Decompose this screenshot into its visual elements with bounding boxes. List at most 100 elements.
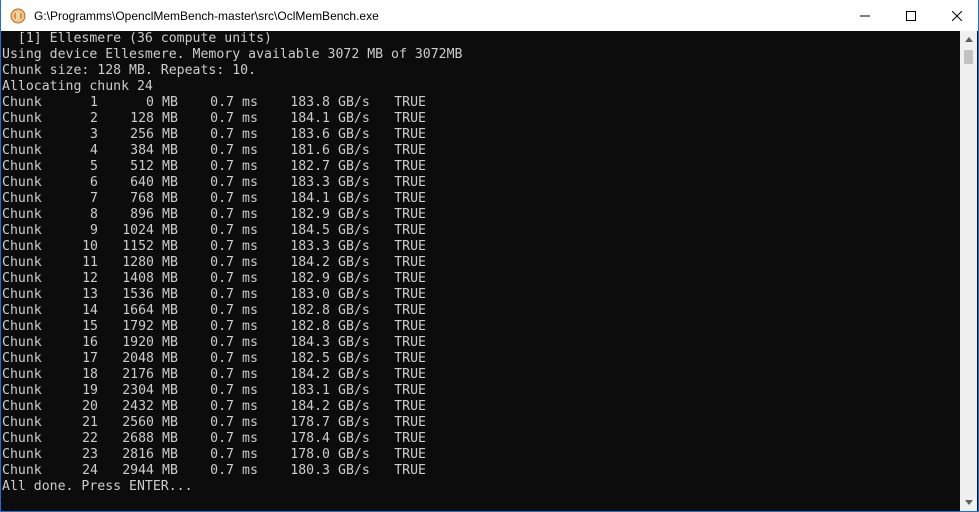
chunk-index: 6 [90,175,98,190]
chunk-bandwidth: 184.3 [290,335,330,350]
chunk-bandwidth: 184.2 [290,255,330,270]
chunk-status: TRUE [394,399,426,414]
chunk-bandwidth-unit: GB/s [338,239,370,254]
chunk-offset-unit: MB [162,367,178,382]
minimize-button[interactable] [842,0,888,31]
chunk-status: TRUE [394,175,426,190]
chunk-time-unit: ms [242,143,258,158]
title-bar[interactable]: G:\Programms\OpenclMemBench-master\src\O… [1,0,978,31]
chunk-index: 17 [82,351,98,366]
chunk-time-ms: 0.7 [210,143,234,158]
chunk-row: Chunk 22 2688 MB 0.7 ms 178.4 GB/s TRUE [2,431,962,447]
chunk-time-ms: 0.7 [210,399,234,414]
chunk-index: 22 [82,431,98,446]
chunk-time-ms: 0.7 [210,239,234,254]
chunk-row: Chunk 1 0 MB 0.7 ms 183.8 GB/s TRUE [2,95,962,111]
chunk-offset-mb: 1792 [122,319,154,334]
chunk-bandwidth-unit: GB/s [338,271,370,286]
chunk-time-ms: 0.7 [210,271,234,286]
chunk-offset-unit: MB [162,351,178,366]
chunk-time-unit: ms [242,127,258,142]
chunk-index: 14 [82,303,98,318]
chunk-row: Chunk 12 1408 MB 0.7 ms 182.9 GB/s TRUE [2,271,962,287]
chunk-label: Chunk [2,335,42,350]
chunk-offset-mb: 128 [130,111,154,126]
chunk-index: 18 [82,367,98,382]
chunk-time-ms: 0.7 [210,463,234,478]
maximize-button[interactable] [888,0,934,31]
chunk-offset-mb: 2304 [122,383,154,398]
chunk-row: Chunk 23 2816 MB 0.7 ms 178.0 GB/s TRUE [2,447,962,463]
chunk-label: Chunk [2,255,42,270]
chunk-bandwidth: 184.2 [290,399,330,414]
chunk-time-ms: 0.7 [210,191,234,206]
console-output[interactable]: [1] Ellesmere (36 compute units) Using d… [1,31,962,511]
console-footer-line: All done. Press ENTER... [2,479,193,494]
chunk-status: TRUE [394,287,426,302]
chunk-label: Chunk [2,127,42,142]
chunk-offset-mb: 1024 [122,223,154,238]
chunk-bandwidth: 184.2 [290,367,330,382]
chunk-time-ms: 0.7 [210,127,234,142]
chunk-time-ms: 0.7 [210,415,234,430]
chunk-row: Chunk 13 1536 MB 0.7 ms 183.0 GB/s TRUE [2,287,962,303]
chunk-row: Chunk 21 2560 MB 0.7 ms 178.7 GB/s TRUE [2,415,962,431]
chunk-time-unit: ms [242,207,258,222]
scroll-up-arrow-icon [964,37,973,42]
chunk-status: TRUE [394,303,426,318]
scroll-up-button[interactable] [960,31,977,48]
chunk-bandwidth-unit: GB/s [338,335,370,350]
chunk-bandwidth: 180.3 [290,463,330,478]
close-button[interactable] [934,0,978,31]
chunk-time-ms: 0.7 [210,255,234,270]
chunk-row: Chunk 20 2432 MB 0.7 ms 184.2 GB/s TRUE [2,399,962,415]
chunk-index: 20 [82,399,98,414]
chunk-time-unit: ms [242,399,258,414]
chunk-label: Chunk [2,415,42,430]
chunk-offset-mb: 1664 [122,303,154,318]
chunk-offset-mb: 2048 [122,351,154,366]
chunk-offset-unit: MB [162,207,178,222]
chunk-offset-mb: 2432 [122,399,154,414]
chunk-index: 15 [82,319,98,334]
chunk-status: TRUE [394,111,426,126]
chunk-row: Chunk 4 384 MB 0.7 ms 181.6 GB/s TRUE [2,143,962,159]
chunk-offset-unit: MB [162,159,178,174]
console-header-line: Chunk size: 128 MB. Repeats: 10. [2,63,257,78]
chunk-status: TRUE [394,159,426,174]
chunk-bandwidth-unit: GB/s [338,399,370,414]
chunk-offset-unit: MB [162,175,178,190]
scrollbar-thumb[interactable] [964,50,973,64]
chunk-label: Chunk [2,447,42,462]
chunk-time-unit: ms [242,367,258,382]
chunk-status: TRUE [394,415,426,430]
window-controls [842,0,978,31]
scroll-down-button[interactable] [960,494,977,511]
vertical-scrollbar[interactable] [960,31,977,511]
chunk-index: 23 [82,447,98,462]
chunk-time-unit: ms [242,287,258,302]
chunk-offset-unit: MB [162,191,178,206]
chunk-index: 2 [90,111,98,126]
chunk-label: Chunk [2,351,42,366]
chunk-offset-unit: MB [162,463,178,478]
chunk-index: 9 [90,223,98,238]
chunk-label: Chunk [2,223,42,238]
chunk-bandwidth-unit: GB/s [338,415,370,430]
chunk-index: 21 [82,415,98,430]
chunk-time-unit: ms [242,319,258,334]
chunk-offset-unit: MB [162,335,178,350]
window-title: G:\Programms\OpenclMemBench-master\src\O… [34,8,379,23]
chunk-bandwidth: 183.0 [290,287,330,302]
console-app-icon[interactable] [10,8,26,24]
chunk-bandwidth: 184.1 [290,191,330,206]
chunk-row: Chunk 19 2304 MB 0.7 ms 183.1 GB/s TRUE [2,383,962,399]
close-icon [952,10,962,21]
chunk-row: Chunk 8 896 MB 0.7 ms 182.9 GB/s TRUE [2,207,962,223]
chunk-offset-unit: MB [162,383,178,398]
chunk-offset-unit: MB [162,143,178,158]
chunk-label: Chunk [2,111,42,126]
chunk-offset-mb: 1152 [122,239,154,254]
chunk-offset-mb: 1920 [122,335,154,350]
chunk-label: Chunk [2,303,42,318]
